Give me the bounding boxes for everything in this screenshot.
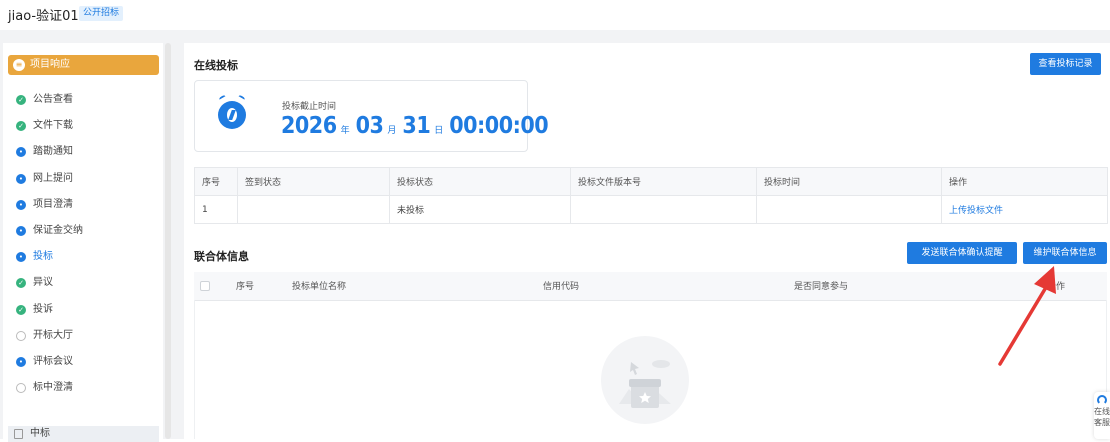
row-index: 1 <box>194 195 238 224</box>
empty-circle-icon <box>16 330 26 341</box>
clock-circle-icon: • <box>16 147 26 158</box>
sidebar-item-label: 文件下载 <box>33 120 73 132</box>
sidebar: ≡ 项目响应 ✓ 公告查看 ✓ 文件下载 • 踏勘通知 • 网上提问 • 项目澄清 • 保证金交纳 • 投… <box>3 43 163 442</box>
sidebar-item-label: 投标 <box>33 251 53 263</box>
col-bid-status: 投标状态 <box>389 167 571 196</box>
sidebar-item-label: 踏勘通知 <box>33 146 73 158</box>
row-sign-status <box>237 195 390 224</box>
project-title: jiao-验证01 <box>8 9 79 24</box>
sidebar-item[interactable]: 开标大厅 <box>13 327 73 345</box>
sidebar-item-label: 项目澄清 <box>33 198 73 210</box>
sidebar-item-label: 公告查看 <box>33 94 73 105</box>
select-all-checkbox[interactable] <box>200 280 210 291</box>
list-icon: ≡ <box>13 59 25 71</box>
consortium-table-body <box>194 300 1107 439</box>
sidebar-head-label: 项目响应 <box>30 59 70 70</box>
check-circle-icon: ✓ <box>16 121 26 132</box>
tender-type-badge: 公开招标 <box>79 6 124 21</box>
sidebar-item-label: 投诉 <box>33 303 53 315</box>
online-service-label: 在线客服 <box>1094 407 1110 427</box>
sidebar-item-label: 开标大厅 <box>33 329 73 341</box>
online-bid-title: 在线投标 <box>194 59 238 72</box>
sidebar-item-award[interactable]: 中标 <box>8 426 159 442</box>
sidebar-item[interactable]: ✓ 文件下载 <box>13 117 73 135</box>
sidebar-item-label: 网上提问 <box>33 172 73 184</box>
sidebar-item-label: 标中澄清 <box>33 382 73 394</box>
consortium-title: 联合体信息 <box>194 250 249 263</box>
row-time <box>756 195 942 224</box>
check-circle-icon: ✓ <box>16 278 26 289</box>
sidebar-item[interactable]: • 踏勘通知 <box>13 143 73 161</box>
table-row: 1 未投标 上传投标文件 <box>194 195 1108 224</box>
col-bid-time: 投标时间 <box>756 167 942 196</box>
sidebar-head-project-response[interactable]: ≡ 项目响应 <box>8 55 159 75</box>
col-action: 操作 <box>1041 272 1107 301</box>
bid-table-header: 序号 签到状态 投标状态 投标文件版本号 投标时间 操作 <box>194 167 1108 196</box>
bid-table: 序号 签到状态 投标状态 投标文件版本号 投标时间 操作 1 未投标 上传投标文… <box>194 167 1108 224</box>
sidebar-item[interactable]: • 网上提问 <box>13 170 73 188</box>
deadline-label: 投标截止时间 <box>282 102 337 112</box>
send-consortium-reminder-button[interactable]: 发送联合体确认提醒 <box>907 242 1017 264</box>
empty-circle-icon <box>16 383 26 394</box>
col-company-name: 投标单位名称 <box>286 272 537 301</box>
sidebar-item-label: 异议 <box>33 277 53 289</box>
sidebar-footer-label: 中标 <box>30 428 50 439</box>
view-bid-records-button[interactable]: 查看投标记录 <box>1030 53 1101 75</box>
consortium-table: 序号 投标单位名称 信用代码 是否同意参与 操作 <box>194 272 1107 301</box>
clock-circle-icon: • <box>16 199 26 210</box>
sidebar-item[interactable]: ✓ 公告查看 <box>13 91 73 109</box>
sidebar-item[interactable]: • 投标 <box>13 248 53 266</box>
col-sign-status: 签到状态 <box>237 167 390 196</box>
sidebar-item[interactable]: • 保证金交纳 <box>13 222 83 240</box>
clock-circle-icon: • <box>16 226 26 236</box>
online-service-button[interactable]: 在线客服 <box>1094 392 1110 439</box>
clock-circle-icon: • <box>16 173 26 184</box>
sidebar-item[interactable]: • 项目澄清 <box>13 196 73 214</box>
sidebar-scrollbar[interactable] <box>165 43 171 439</box>
alarm-clock-icon <box>218 94 246 129</box>
maintain-consortium-button[interactable]: 维护联合体信息 <box>1023 242 1107 264</box>
sidebar-item-label: 保证金交纳 <box>33 225 83 236</box>
sidebar-item[interactable]: 标中澄清 <box>13 379 73 397</box>
upload-bid-file-link[interactable]: 上传投标文件 <box>949 206 1003 216</box>
check-circle-icon: ✓ <box>16 304 26 315</box>
main-panel: 在线投标 查看投标记录 投标截止时间 2026 年 03 月 31 日 00:00:00 序… <box>184 43 1110 439</box>
empty-box-icon <box>601 336 689 424</box>
col-index: 序号 <box>194 167 238 196</box>
row-version <box>570 195 757 224</box>
col-index: 序号 <box>230 272 286 301</box>
deadline-value: 2026 年 03 月 31 日 00:00:00 <box>281 113 549 139</box>
document-icon <box>14 429 23 439</box>
clock-circle-icon: • <box>16 252 26 263</box>
sidebar-item[interactable]: ✓ 异议 <box>13 274 53 292</box>
col-action: 操作 <box>941 167 1108 196</box>
headset-icon <box>1097 395 1107 405</box>
sidebar-item-label: 评标会议 <box>33 356 73 367</box>
sidebar-item[interactable]: ✓ 投诉 <box>13 301 53 319</box>
deadline-card: 投标截止时间 2026 年 03 月 31 日 00:00:00 <box>194 80 549 152</box>
col-file-version: 投标文件版本号 <box>570 167 757 196</box>
row-bid-status: 未投标 <box>389 195 571 224</box>
clock-circle-icon: • <box>16 357 26 367</box>
col-credit-code: 信用代码 <box>537 272 788 301</box>
sidebar-item[interactable]: • 评标会议 <box>13 353 73 371</box>
consortium-table-header: 序号 投标单位名称 信用代码 是否同意参与 操作 <box>194 272 1107 301</box>
check-circle-icon: ✓ <box>16 95 26 105</box>
col-agree: 是否同意参与 <box>788 272 1041 301</box>
top-bar: jiao-验证01 公开招标 <box>0 0 1110 30</box>
